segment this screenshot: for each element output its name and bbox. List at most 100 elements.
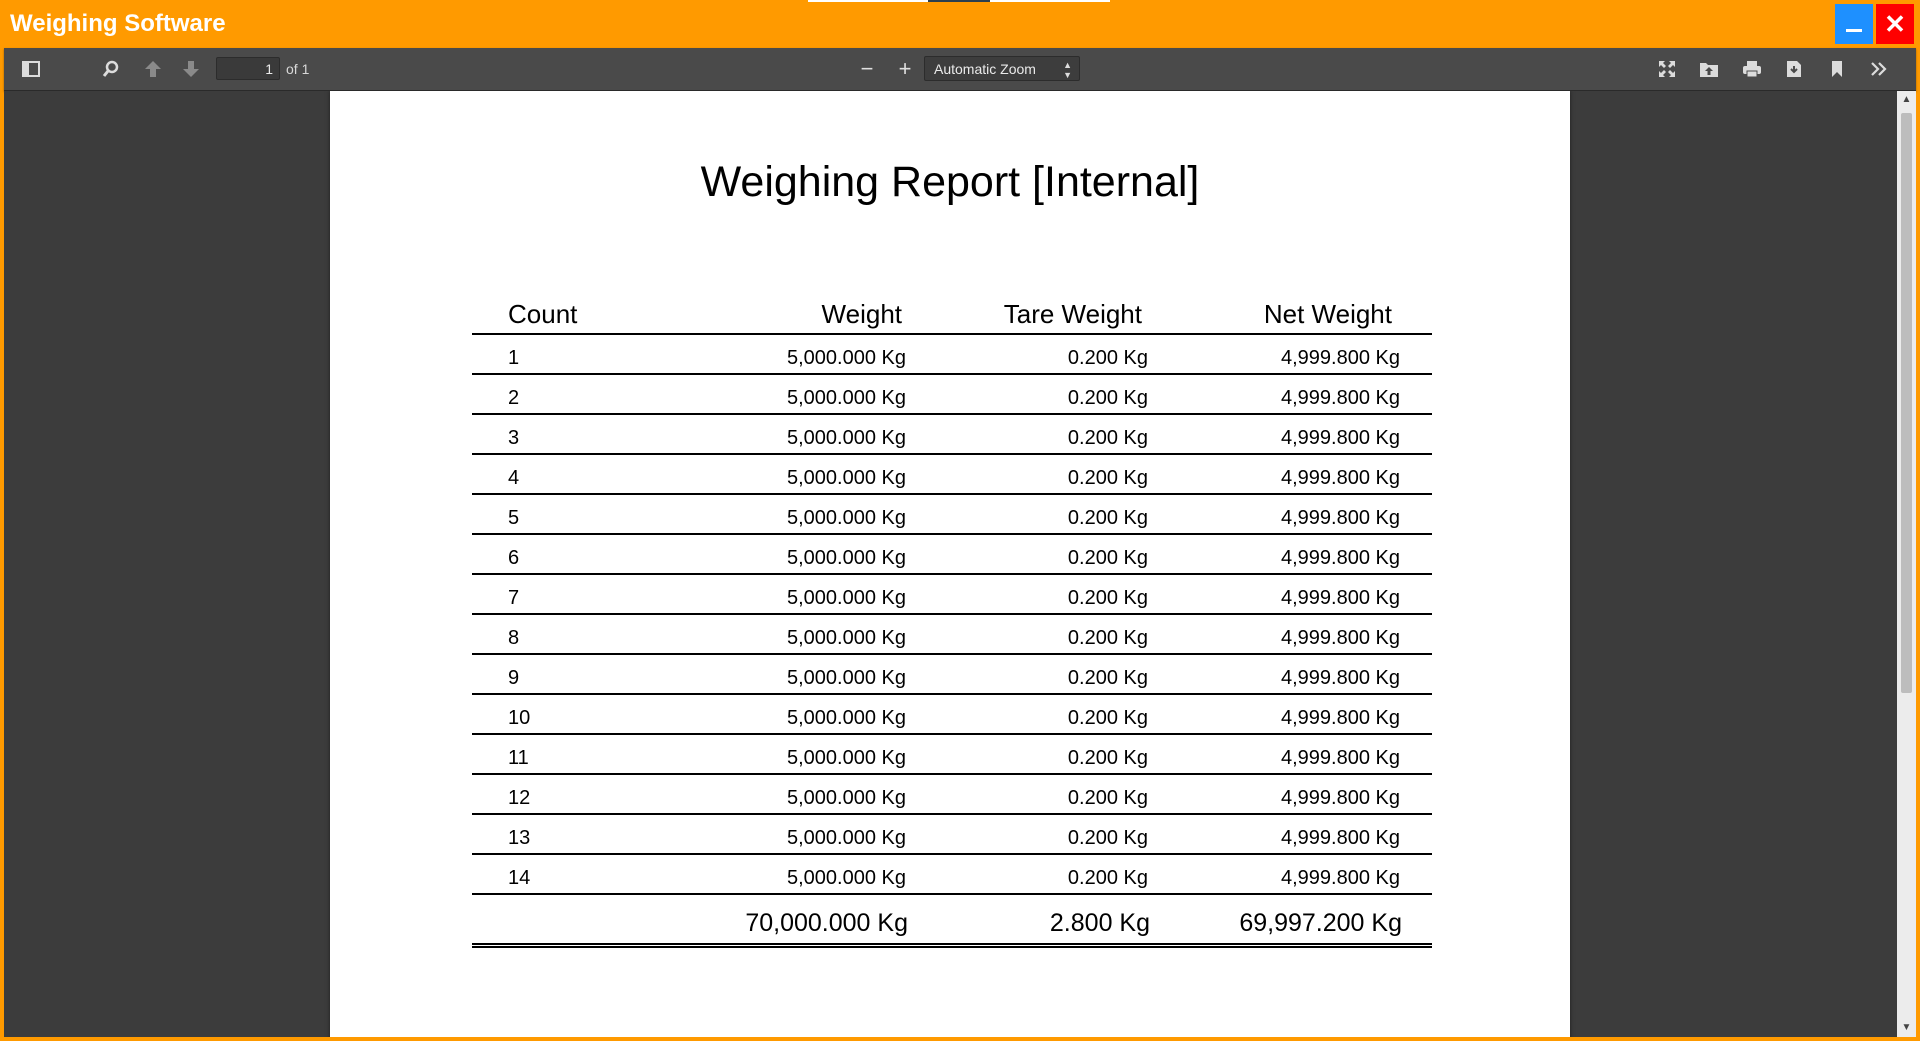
next-page-button[interactable] <box>178 57 204 81</box>
report-title: Weighing Report [Internal] <box>700 158 1200 206</box>
row-count: 11 <box>508 747 529 769</box>
row-net-weight: 4,999.800 Kg <box>1281 627 1400 649</box>
row-weight: 5,000.000 Kg <box>787 867 906 889</box>
fullscreen-icon <box>1659 61 1675 77</box>
zoom-out-button[interactable]: − <box>854 56 880 81</box>
table-row: 11 5,000.000 Kg 0.200 Kg 4,999.800 Kg <box>472 735 1432 775</box>
row-tare-weight: 0.200 Kg <box>1067 467 1148 489</box>
app-title: Weighing Software <box>10 10 226 37</box>
row-net-weight: 4,999.800 Kg <box>1281 867 1400 889</box>
row-tare-weight: 0.200 Kg <box>1067 747 1148 769</box>
row-count: 9 <box>508 667 520 689</box>
sidebar-toggle-icon <box>22 61 40 77</box>
close-icon: ✕ <box>1884 9 1906 39</box>
page-count: of 1 <box>286 61 310 77</box>
row-net-weight: 4,999.800 Kg <box>1281 467 1400 489</box>
row-weight: 5,000.000 Kg <box>787 667 906 689</box>
title-tab <box>808 0 928 2</box>
row-weight: 5,000.000 Kg <box>787 827 906 849</box>
bookmark-button[interactable] <box>1824 57 1850 81</box>
row-weight: 5,000.000 Kg <box>787 507 906 529</box>
row-count: 4 <box>508 467 520 489</box>
arrow-down-icon <box>183 61 199 77</box>
row-count: 5 <box>508 507 520 529</box>
row-net-weight: 4,999.800 Kg <box>1281 827 1400 849</box>
document-viewport[interactable]: Weighing Report [Internal] Count Weight … <box>4 91 1897 1037</box>
row-count: 12 <box>508 787 531 809</box>
row-tare-weight: 0.200 Kg <box>1067 787 1148 809</box>
row-count: 7 <box>508 587 520 609</box>
row-weight: 5,000.000 Kg <box>787 387 906 409</box>
row-tare-weight: 0.200 Kg <box>1067 547 1148 569</box>
minimize-button[interactable] <box>1835 4 1873 44</box>
row-net-weight: 4,999.800 Kg <box>1281 787 1400 809</box>
download-icon <box>1787 61 1801 77</box>
print-button[interactable] <box>1739 57 1765 81</box>
header-net-weight: Net Weight <box>1263 299 1392 329</box>
bookmark-icon <box>1832 61 1842 77</box>
zoom-in-button[interactable]: + <box>892 56 918 81</box>
minimize-icon <box>1846 28 1862 32</box>
table-row: 10 5,000.000 Kg 0.200 Kg 4,999.800 Kg <box>472 695 1432 735</box>
table-row: 1 5,000.000 Kg 0.200 Kg 4,999.800 Kg <box>472 335 1432 375</box>
tools-button[interactable] <box>1866 57 1892 81</box>
totals-row: 70,000.000 Kg 2.800 Kg 69,997.200 Kg <box>472 899 1432 948</box>
header-weight: Weight <box>821 299 902 329</box>
row-net-weight: 4,999.800 Kg <box>1281 547 1400 569</box>
row-tare-weight: 0.200 Kg <box>1067 347 1148 369</box>
total-weight: 70,000.000 Kg <box>745 909 908 937</box>
row-net-weight: 4,999.800 Kg <box>1281 507 1400 529</box>
pdf-viewer: 1 of 1 − + Automatic Zoom ▲ ▼ Weighing Re… <box>4 48 1916 1037</box>
row-tare-weight: 0.200 Kg <box>1067 667 1148 689</box>
row-weight: 5,000.000 Kg <box>787 467 906 489</box>
double-chevron-right-icon <box>1871 62 1887 76</box>
row-count: 13 <box>508 827 531 849</box>
sidebar-toggle-button[interactable] <box>18 57 44 81</box>
download-button[interactable] <box>1781 57 1807 81</box>
vertical-scrollbar[interactable]: ▲ ▼ <box>1897 91 1916 1037</box>
row-net-weight: 4,999.800 Kg <box>1281 707 1400 729</box>
table-row: 2 5,000.000 Kg 0.200 Kg 4,999.800 Kg <box>472 375 1432 415</box>
total-tare-weight: 2.800 Kg <box>1049 909 1150 937</box>
open-file-icon <box>1700 63 1718 77</box>
row-net-weight: 4,999.800 Kg <box>1281 667 1400 689</box>
table-row: 8 5,000.000 Kg 0.200 Kg 4,999.800 Kg <box>472 615 1432 655</box>
row-tare-weight: 0.200 Kg <box>1067 627 1148 649</box>
toolbar: 1 of 1 − + Automatic Zoom ▲ ▼ <box>4 48 1916 91</box>
row-weight: 5,000.000 Kg <box>787 707 906 729</box>
presentation-mode-button[interactable] <box>1654 57 1680 81</box>
scroll-up-icon[interactable]: ▲ <box>1897 91 1916 109</box>
find-button[interactable] <box>98 57 124 81</box>
row-weight: 5,000.000 Kg <box>787 587 906 609</box>
row-tare-weight: 0.200 Kg <box>1067 507 1148 529</box>
title-tab <box>990 0 1110 2</box>
open-file-button[interactable] <box>1696 57 1722 81</box>
title-bar: Weighing Software ✕ <box>0 0 1920 48</box>
scroll-down-icon[interactable]: ▼ <box>1897 1019 1916 1037</box>
pdf-page: Weighing Report [Internal] Count Weight … <box>330 91 1570 1037</box>
previous-page-button[interactable] <box>140 57 166 81</box>
zoom-select-value: Automatic Zoom <box>934 61 1036 77</box>
scrollbar-thumb[interactable] <box>1901 113 1912 693</box>
table-row: 14 5,000.000 Kg 0.200 Kg 4,999.800 Kg <box>472 855 1432 895</box>
zoom-select[interactable]: Automatic Zoom ▲ ▼ <box>924 56 1080 81</box>
row-net-weight: 4,999.800 Kg <box>1281 427 1400 449</box>
select-arrows-icon: ▲ ▼ <box>1063 59 1072 80</box>
row-tare-weight: 0.200 Kg <box>1067 387 1148 409</box>
row-net-weight: 4,999.800 Kg <box>1281 747 1400 769</box>
row-count: 6 <box>508 547 520 569</box>
close-button[interactable]: ✕ <box>1876 4 1914 44</box>
row-tare-weight: 0.200 Kg <box>1067 827 1148 849</box>
row-weight: 5,000.000 Kg <box>787 547 906 569</box>
table-row: 5 5,000.000 Kg 0.200 Kg 4,999.800 Kg <box>472 495 1432 535</box>
header-count: Count <box>508 299 578 329</box>
arrow-up-icon <box>145 61 161 77</box>
row-count: 10 <box>508 707 531 729</box>
table-row: 4 5,000.000 Kg 0.200 Kg 4,999.800 Kg <box>472 455 1432 495</box>
table-row: 9 5,000.000 Kg 0.200 Kg 4,999.800 Kg <box>472 655 1432 695</box>
row-net-weight: 4,999.800 Kg <box>1281 387 1400 409</box>
row-count: 2 <box>508 387 520 409</box>
table-row: 6 5,000.000 Kg 0.200 Kg 4,999.800 Kg <box>472 535 1432 575</box>
table-header: Count Weight Tare Weight Net Weight <box>472 291 1432 335</box>
page-number-input[interactable]: 1 <box>216 57 280 80</box>
